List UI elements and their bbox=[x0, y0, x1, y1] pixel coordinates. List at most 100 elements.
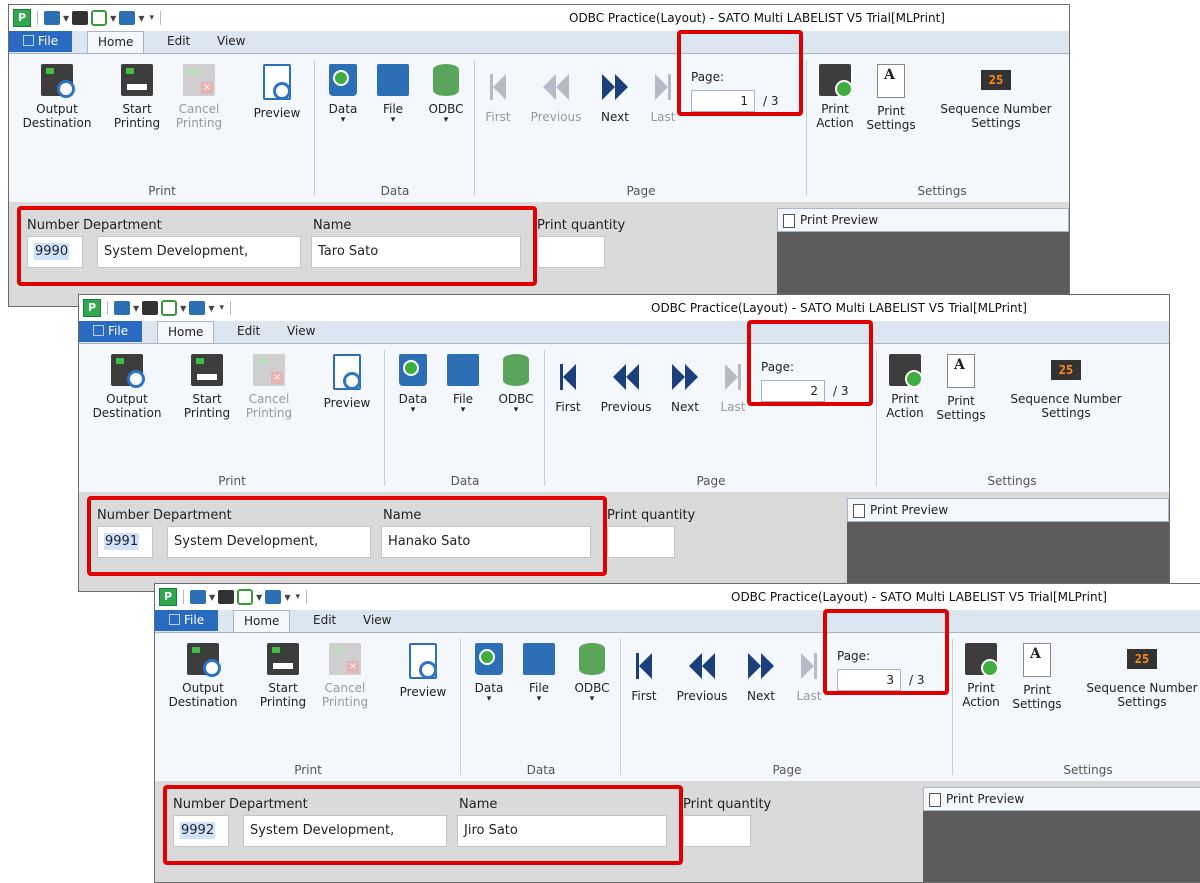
button-label: Settings bbox=[971, 116, 1021, 130]
printer-icon[interactable] bbox=[218, 590, 235, 604]
first-button[interactable]: First bbox=[627, 653, 661, 703]
print-action-button[interactable]: Print Action bbox=[813, 64, 857, 130]
dropdown-arrow-icon[interactable]: ▼ bbox=[138, 14, 144, 23]
customize-toolbar-icon[interactable]: ▾ bbox=[149, 13, 154, 23]
print-action-button[interactable]: Print Action bbox=[883, 354, 927, 420]
sequence-number-settings-button[interactable]: 25 Sequence Number Settings bbox=[1077, 643, 1200, 709]
first-button[interactable]: First bbox=[551, 364, 585, 414]
first-button[interactable]: First bbox=[481, 74, 515, 124]
output-destination-icon bbox=[41, 64, 75, 98]
preview-button[interactable]: Preview bbox=[317, 354, 377, 410]
dropdown-arrow-icon[interactable]: ▼ bbox=[284, 593, 290, 602]
setup-icon[interactable] bbox=[161, 300, 178, 316]
odbc-button[interactable]: ODBC ▾ bbox=[423, 64, 469, 125]
file-button[interactable]: File ▾ bbox=[373, 64, 413, 125]
dropdown-arrow-icon[interactable]: ▼ bbox=[209, 593, 215, 602]
print-settings-button[interactable]: A Print Settings bbox=[933, 354, 989, 422]
file-button[interactable]: File ▾ bbox=[519, 643, 559, 704]
next-button[interactable]: Next bbox=[665, 364, 705, 414]
print-action-button[interactable]: Print Action bbox=[959, 643, 1003, 709]
tab-file-label: File bbox=[38, 34, 59, 48]
open-folder-icon[interactable] bbox=[114, 301, 130, 315]
print-quantity-field[interactable] bbox=[537, 236, 605, 268]
button-label: Start bbox=[192, 392, 222, 406]
print-action-icon bbox=[889, 354, 923, 388]
save-icon[interactable] bbox=[265, 590, 282, 604]
odbc-button[interactable]: ODBC ▾ bbox=[569, 643, 615, 704]
data-button[interactable]: Data ▾ bbox=[393, 354, 433, 415]
start-printing-button[interactable]: Start Printing bbox=[109, 64, 165, 130]
tab-view[interactable]: View bbox=[207, 31, 255, 52]
button-label: Printing bbox=[259, 695, 307, 709]
next-button[interactable]: Next bbox=[741, 653, 781, 703]
customize-toolbar-icon[interactable]: ▾ bbox=[295, 592, 300, 602]
last-button[interactable]: Last bbox=[647, 74, 679, 124]
previous-button[interactable]: Previous bbox=[527, 74, 585, 124]
output-destination-button[interactable]: Output Destination bbox=[15, 64, 99, 130]
print-quantity-field[interactable] bbox=[607, 526, 675, 558]
cancel-printing-button[interactable]: × Cancel Printing bbox=[171, 64, 227, 130]
print-quantity-field[interactable] bbox=[683, 815, 751, 847]
button-label: Data bbox=[398, 392, 428, 406]
open-folder-icon[interactable] bbox=[44, 11, 60, 25]
cancel-printing-button[interactable]: × Cancel Printing bbox=[241, 354, 297, 420]
tab-view[interactable]: View bbox=[277, 321, 325, 342]
customize-toolbar-icon[interactable]: ▾ bbox=[219, 303, 224, 313]
app-logo-icon: P bbox=[13, 9, 31, 27]
dropdown-arrow-icon[interactable]: ▼ bbox=[110, 14, 116, 23]
data-button[interactable]: Data ▾ bbox=[323, 64, 363, 125]
first-page-icon bbox=[490, 74, 506, 100]
tab-home[interactable]: Home bbox=[233, 610, 291, 633]
file-button[interactable]: File ▾ bbox=[443, 354, 483, 415]
start-printing-button[interactable]: Start Printing bbox=[255, 643, 311, 709]
tab-view[interactable]: View bbox=[353, 610, 401, 631]
file-menu-icon bbox=[169, 614, 180, 625]
print-settings-button[interactable]: A Print Settings bbox=[863, 64, 919, 132]
output-destination-button[interactable]: Output Destination bbox=[161, 643, 245, 709]
save-icon[interactable] bbox=[189, 301, 206, 315]
button-label: Settings bbox=[1012, 697, 1062, 711]
dropdown-arrow-icon[interactable]: ▼ bbox=[180, 304, 186, 313]
highlight-box bbox=[677, 30, 803, 116]
tab-home[interactable]: Home bbox=[87, 31, 145, 54]
open-folder-icon[interactable] bbox=[190, 590, 206, 604]
dropdown-arrow-icon[interactable]: ▼ bbox=[133, 304, 139, 313]
tab-edit[interactable]: Edit bbox=[157, 31, 200, 52]
dropdown-arrow-icon[interactable]: ▼ bbox=[208, 304, 214, 313]
data-entry-panel: Number Department Name Print quantity 99… bbox=[79, 492, 1169, 591]
preview-button[interactable]: Preview bbox=[393, 643, 453, 699]
button-label: Output bbox=[36, 102, 78, 116]
setup-icon[interactable] bbox=[91, 10, 108, 26]
tab-home[interactable]: Home bbox=[157, 321, 215, 344]
printer-icon[interactable] bbox=[72, 11, 89, 25]
tab-file[interactable]: File bbox=[9, 31, 73, 52]
last-button[interactable]: Last bbox=[717, 364, 749, 414]
preview-button[interactable]: Preview bbox=[247, 64, 307, 120]
odbc-button[interactable]: ODBC ▾ bbox=[493, 354, 539, 415]
button-label: Printing bbox=[113, 116, 161, 130]
cancel-printing-button[interactable]: × Cancel Printing bbox=[317, 643, 373, 709]
next-button[interactable]: Next bbox=[595, 74, 635, 124]
printer-icon[interactable] bbox=[142, 301, 159, 315]
dropdown-arrow-icon[interactable]: ▼ bbox=[63, 14, 69, 23]
tab-file[interactable]: File bbox=[155, 610, 219, 631]
sequence-number-settings-button[interactable]: 25 Sequence Number Settings bbox=[931, 64, 1061, 130]
output-destination-icon bbox=[111, 354, 145, 388]
output-destination-button[interactable]: Output Destination bbox=[85, 354, 169, 420]
tab-edit[interactable]: Edit bbox=[227, 321, 270, 342]
save-icon[interactable] bbox=[119, 11, 136, 25]
print-settings-button[interactable]: A Print Settings bbox=[1009, 643, 1065, 711]
start-printing-button[interactable]: Start Printing bbox=[179, 354, 235, 420]
group-label: Data bbox=[450, 474, 480, 488]
print-group: Output Destination Start Printing × Canc… bbox=[79, 344, 385, 492]
previous-button[interactable]: Previous bbox=[597, 364, 655, 414]
tab-edit[interactable]: Edit bbox=[303, 610, 346, 631]
dropdown-arrow-icon[interactable]: ▼ bbox=[256, 593, 262, 602]
last-button[interactable]: Last bbox=[793, 653, 825, 703]
tab-file[interactable]: File bbox=[79, 321, 143, 342]
ribbon-tabs: File Home Edit View bbox=[79, 321, 1169, 344]
sequence-number-settings-button[interactable]: 25 Sequence Number Settings bbox=[1001, 354, 1131, 420]
previous-button[interactable]: Previous bbox=[673, 653, 731, 703]
setup-icon[interactable] bbox=[237, 589, 254, 605]
data-button[interactable]: Data ▾ bbox=[469, 643, 509, 704]
